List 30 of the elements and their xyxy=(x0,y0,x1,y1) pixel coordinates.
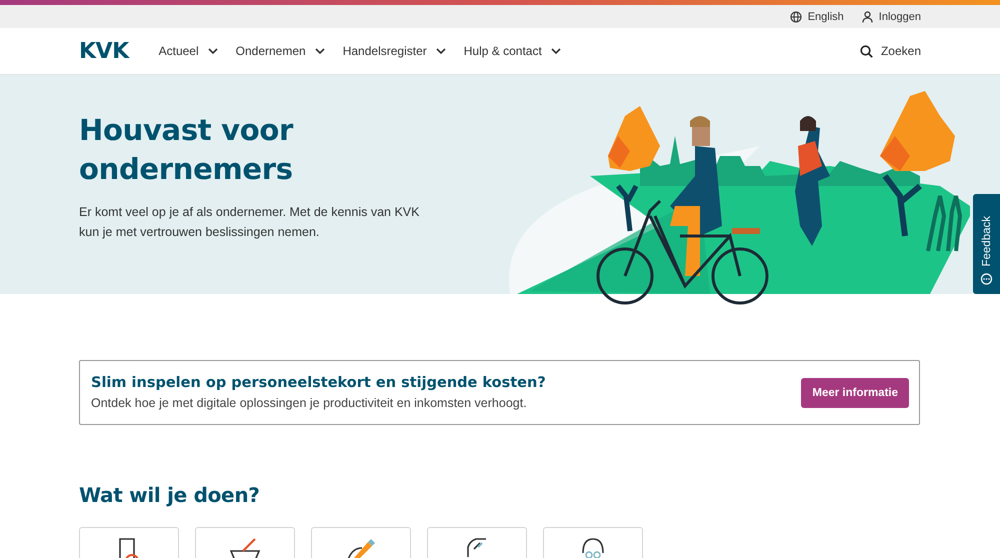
login-link[interactable]: Inloggen xyxy=(862,10,921,22)
section-title: Wat wil je doen? xyxy=(79,483,261,507)
banner-text: Ontdek hoe je met digitale oplossingen je productiviteit en inkomsten verhoogt. xyxy=(91,396,528,410)
menu-item[interactable]: Ondernemen xyxy=(236,44,325,58)
action-card[interactable] xyxy=(543,527,643,558)
kvk-logo[interactable]: KVK xyxy=(79,38,129,64)
search-icon xyxy=(860,44,873,58)
bowl-icon xyxy=(230,538,260,558)
language-link[interactable]: English xyxy=(790,10,844,22)
menu-item[interactable]: Handelsregister xyxy=(342,44,446,58)
chevron-down-icon xyxy=(314,48,325,54)
user-icon xyxy=(862,10,873,22)
chevron-down-icon xyxy=(208,48,218,54)
chevron-down-icon xyxy=(436,48,446,54)
pencil-icon xyxy=(346,538,376,558)
menu-item[interactable]: Actueel xyxy=(158,44,218,58)
action-card[interactable] xyxy=(311,527,411,558)
action-card[interactable] xyxy=(195,527,295,558)
search-link[interactable]: Zoeken xyxy=(860,44,921,58)
hero-text: Er komt veel op je af als ondernemer. Met de kennis van KVK kun je met vertrouwen beslissingen nemen. xyxy=(79,204,420,241)
chevron-down-icon xyxy=(550,48,561,54)
action-card[interactable] xyxy=(427,527,527,558)
feedback-tab[interactable]: Feedback xyxy=(973,194,1000,294)
speech-bubble-icon xyxy=(980,273,993,286)
action-card[interactable] xyxy=(79,527,179,558)
hero-title: Houvast voor ondernemers xyxy=(79,112,294,188)
menu-item[interactable]: Hulp & contact xyxy=(464,44,561,58)
more-info-button[interactable]: Meer informatie xyxy=(801,378,909,408)
banner-title: Slim inspelen op personeelstekort en stijgende kosten? xyxy=(91,375,547,391)
globe-icon xyxy=(790,10,802,22)
